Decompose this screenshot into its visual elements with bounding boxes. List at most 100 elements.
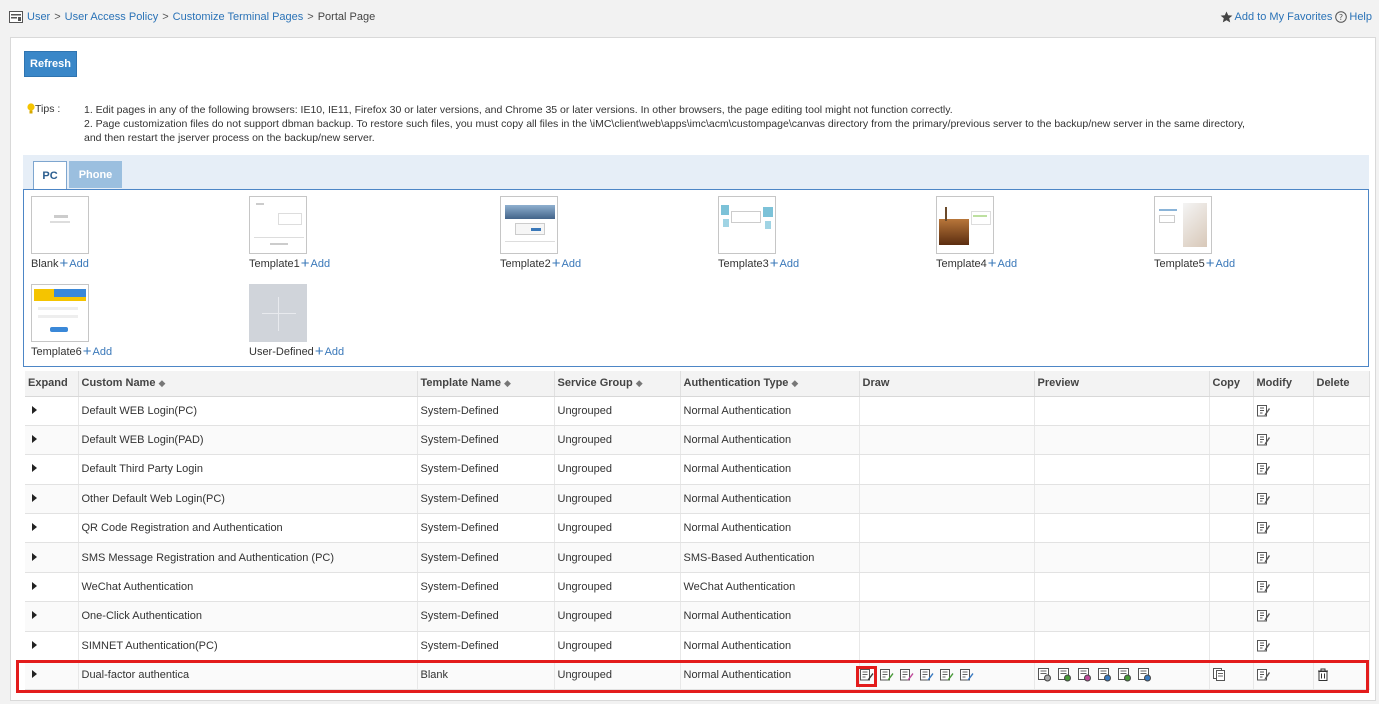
copy-icon[interactable] — [1212, 668, 1227, 682]
preview-page-icon[interactable] — [1097, 668, 1112, 682]
table-row: Default WEB Login(PC) System-Defined Ungro… — [25, 396, 1370, 426]
breadcrumb-customize-terminal-pages[interactable]: Customize Terminal Pages — [173, 11, 304, 23]
template-card-template6[interactable]: Template6 + Add — [31, 284, 113, 359]
template-card-template5[interactable]: Template5 + Add — [1154, 196, 1236, 271]
modify-icon[interactable] — [1256, 609, 1271, 623]
draw-page-icon[interactable] — [939, 668, 954, 682]
add-plus-icon[interactable]: + — [552, 256, 561, 271]
add-plus-icon[interactable]: + — [770, 256, 779, 271]
col-custom-name[interactable]: Custom Name ◆ — [78, 371, 418, 397]
add-template-template3[interactable]: Add — [780, 258, 800, 270]
sort-icon[interactable]: ◆ — [636, 378, 643, 388]
template-card-template4[interactable]: Template4 + Add — [936, 196, 1018, 271]
template-name-cell: System-Defined — [417, 601, 555, 632]
modify-icon[interactable] — [1256, 462, 1271, 476]
modify-cell — [1253, 396, 1314, 426]
breadcrumb-user-access-policy[interactable]: User Access Policy — [65, 11, 159, 23]
expand-arrow-icon[interactable] — [32, 435, 37, 444]
help-link[interactable]: Help — [1349, 11, 1372, 23]
preview-page-icon[interactable] — [1077, 668, 1092, 682]
draw-page-icon[interactable] — [859, 668, 874, 682]
add-to-favorites-link[interactable]: Add to My Favorites — [1235, 11, 1333, 23]
refresh-button[interactable]: Refresh — [24, 51, 77, 77]
template-name-cell: System-Defined — [417, 513, 555, 544]
add-template-template6[interactable]: Add — [93, 346, 113, 358]
template-card-template3[interactable]: Template3 + Add — [718, 196, 800, 271]
template-name: Template5 — [1154, 258, 1205, 270]
expand-arrow-icon[interactable] — [32, 611, 37, 620]
add-plus-icon[interactable]: + — [988, 256, 997, 271]
expand-arrow-icon[interactable] — [32, 552, 37, 561]
expand-cell[interactable] — [25, 513, 79, 544]
template-thumbnail[interactable] — [718, 196, 776, 254]
service-group-cell: Ungrouped — [554, 513, 681, 544]
expand-cell[interactable] — [25, 454, 79, 485]
add-template-blank[interactable]: Add — [69, 258, 89, 270]
add-plus-icon[interactable]: + — [83, 344, 92, 359]
add-template-template1[interactable]: Add — [311, 258, 331, 270]
col-service-group[interactable]: Service Group ◆ — [554, 371, 681, 397]
add-plus-icon[interactable]: + — [1206, 256, 1215, 271]
template-thumbnail[interactable] — [249, 196, 307, 254]
expand-arrow-icon[interactable] — [32, 493, 37, 502]
template-card-user-defined[interactable]: User-Defined + Add — [249, 284, 345, 359]
tab-phone[interactable]: Phone — [69, 161, 122, 188]
template-thumbnail[interactable] — [1154, 196, 1212, 254]
sort-icon[interactable]: ◆ — [791, 378, 798, 388]
expand-cell[interactable] — [25, 572, 79, 603]
add-template-user-defined[interactable]: Add — [325, 346, 345, 358]
expand-cell[interactable] — [25, 542, 79, 573]
preview-page-icon[interactable] — [1057, 668, 1072, 682]
template-thumbnail[interactable] — [31, 284, 89, 342]
expand-cell[interactable] — [25, 660, 79, 691]
delete-cell — [1313, 631, 1370, 662]
modify-icon[interactable] — [1256, 551, 1271, 565]
modify-icon[interactable] — [1256, 668, 1271, 682]
expand-cell[interactable] — [25, 601, 79, 632]
modify-icon[interactable] — [1256, 404, 1271, 418]
col-authentication-type[interactable]: Authentication Type ◆ — [680, 371, 860, 397]
delete-icon[interactable] — [1317, 668, 1331, 682]
template-thumbnail[interactable] — [249, 284, 307, 342]
sort-icon[interactable]: ◆ — [504, 378, 511, 388]
col-template-name[interactable]: Template Name ◆ — [417, 371, 555, 397]
add-template-template5[interactable]: Add — [1216, 258, 1236, 270]
template-card-blank[interactable]: Blank + Add — [31, 196, 89, 271]
add-template-template2[interactable]: Add — [562, 258, 582, 270]
template-thumbnail[interactable] — [936, 196, 994, 254]
expand-arrow-icon[interactable] — [32, 640, 37, 649]
preview-page-icon[interactable] — [1117, 668, 1132, 682]
sort-icon[interactable]: ◆ — [158, 378, 165, 388]
expand-arrow-icon[interactable] — [32, 670, 37, 679]
draw-page-icon[interactable] — [959, 668, 974, 682]
expand-cell[interactable] — [25, 631, 79, 662]
breadcrumb-user[interactable]: User — [27, 11, 50, 23]
preview-page-icon[interactable] — [1137, 668, 1152, 682]
expand-arrow-icon[interactable] — [32, 523, 37, 532]
draw-page-icon[interactable] — [899, 668, 914, 682]
add-plus-icon[interactable]: + — [60, 256, 69, 271]
add-template-template4[interactable]: Add — [998, 258, 1018, 270]
add-plus-icon[interactable]: + — [301, 256, 310, 271]
expand-cell[interactable] — [25, 425, 79, 456]
expand-cell[interactable] — [25, 484, 79, 515]
template-thumbnail[interactable] — [500, 196, 558, 254]
draw-page-icon[interactable] — [919, 668, 934, 682]
modify-icon[interactable] — [1256, 639, 1271, 653]
add-plus-icon[interactable]: + — [315, 344, 324, 359]
draw-page-icon[interactable] — [879, 668, 894, 682]
template-card-template1[interactable]: Template1 + Add — [249, 196, 331, 271]
expand-arrow-icon[interactable] — [32, 582, 37, 591]
template-thumbnail[interactable] — [31, 196, 89, 254]
modify-icon[interactable] — [1256, 433, 1271, 447]
preview-page-icon[interactable] — [1037, 668, 1052, 682]
modify-icon[interactable] — [1256, 492, 1271, 506]
expand-cell[interactable] — [25, 396, 79, 426]
template-card-template2[interactable]: Template2 + Add — [500, 196, 582, 271]
expand-arrow-icon[interactable] — [32, 405, 37, 414]
modify-icon[interactable] — [1256, 580, 1271, 594]
modify-icon[interactable] — [1256, 521, 1271, 535]
tab-pc[interactable]: PC — [33, 161, 67, 189]
help-icon: ? — [1335, 11, 1348, 23]
expand-arrow-icon[interactable] — [32, 464, 37, 473]
